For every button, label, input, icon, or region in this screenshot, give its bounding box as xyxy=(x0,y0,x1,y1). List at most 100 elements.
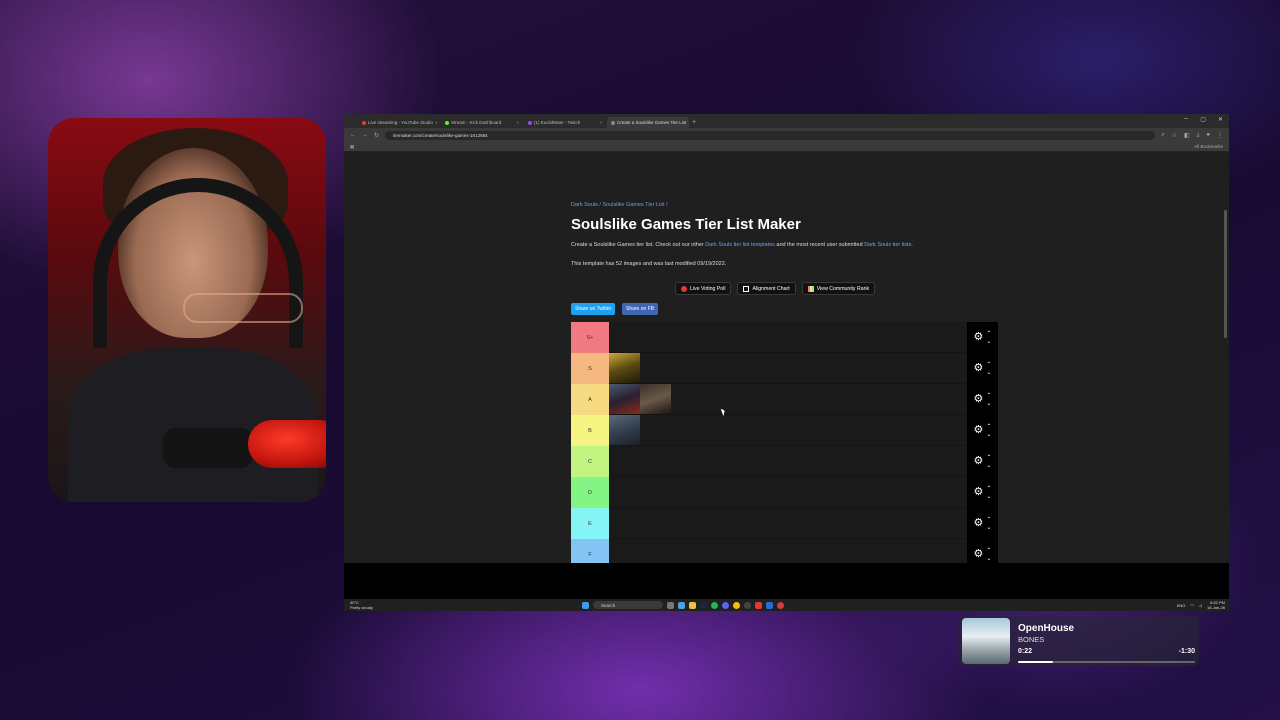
alignment-chart-button[interactable]: Alignment Chart xyxy=(737,282,796,295)
share-twitter-button[interactable]: Share on Twitter xyxy=(571,303,616,315)
taskbar-search[interactable]: Search xyxy=(593,601,663,609)
move-down-icon[interactable]: ⌄ xyxy=(986,524,991,532)
menu-icon[interactable]: ⋮ xyxy=(1217,132,1223,139)
move-down-icon[interactable]: ⌄ xyxy=(986,369,991,377)
tier-items[interactable] xyxy=(609,477,967,507)
move-up-icon[interactable]: ⌃ xyxy=(986,392,991,400)
bookmark-star-icon[interactable]: ☆ xyxy=(1172,132,1177,139)
gear-icon[interactable]: ⚙ xyxy=(974,394,984,405)
move-down-icon[interactable]: ⌄ xyxy=(986,462,991,470)
tier-lists-link[interactable]: Dark Souls tier lists xyxy=(864,242,911,248)
task-view-icon[interactable] xyxy=(667,601,674,609)
close-window-icon[interactable]: ✕ xyxy=(1218,116,1223,123)
reload-icon[interactable]: ↻ xyxy=(374,132,379,139)
page-scrollbar[interactable] xyxy=(1224,210,1227,338)
game-thumb-dark-souls[interactable] xyxy=(640,384,671,414)
tier-label[interactable]: A xyxy=(571,384,609,415)
move-up-icon[interactable]: ⌃ xyxy=(986,423,991,431)
apps-icon[interactable]: ▦ xyxy=(350,144,354,150)
app-icon[interactable] xyxy=(755,601,762,609)
tab-kick-dashboard[interactable]: Stream - Kick Dashboard × xyxy=(441,117,523,128)
download-icon[interactable]: ⤓ xyxy=(1197,132,1200,139)
chrome-icon[interactable] xyxy=(733,601,740,609)
widgets-icon[interactable] xyxy=(678,601,685,609)
url-input[interactable]: tiermaker.com/create/soulslike-games-161… xyxy=(385,130,1156,140)
gear-icon[interactable]: ⚙ xyxy=(974,487,984,498)
tier-items[interactable] xyxy=(609,539,967,563)
app-icon[interactable] xyxy=(766,601,773,609)
move-down-icon[interactable]: ⌄ xyxy=(986,493,991,501)
window-controls: ─ ▢ ✕ xyxy=(1184,116,1223,123)
language-indicator[interactable]: ENG xyxy=(1177,603,1186,608)
tier-items[interactable] xyxy=(609,446,967,476)
close-icon[interactable]: × xyxy=(688,120,689,125)
steam-icon[interactable] xyxy=(700,601,707,609)
close-icon[interactable]: × xyxy=(516,120,519,125)
move-up-icon[interactable]: ⌃ xyxy=(986,454,991,462)
minimize-icon[interactable]: ─ xyxy=(1184,116,1188,123)
tier-label[interactable]: S+ xyxy=(571,322,609,353)
spotify-icon[interactable] xyxy=(711,601,718,609)
gear-icon[interactable]: ⚙ xyxy=(974,518,984,529)
tier-items[interactable] xyxy=(609,415,967,445)
tier-label[interactable]: B xyxy=(571,415,609,446)
tab-twitch[interactable]: (1) EuclidWaer - Twitch × xyxy=(524,117,606,128)
tier-label[interactable]: D xyxy=(571,477,609,508)
obs-icon[interactable] xyxy=(744,601,751,609)
tier-controls: ⚙ ⌃ ⌄ xyxy=(967,477,998,508)
game-thumb-bloodborne[interactable] xyxy=(609,415,640,445)
action-buttons: Live Voting Poll Alignment Chart View Co… xyxy=(675,282,876,295)
game-thumb-elden-ring[interactable] xyxy=(609,353,640,383)
gear-icon[interactable]: ⚙ xyxy=(974,425,984,436)
live-voting-poll-button[interactable]: Live Voting Poll xyxy=(675,282,732,295)
game-thumb-sekiro[interactable] xyxy=(609,384,640,414)
zoom-icon[interactable]: ⌕ xyxy=(1161,132,1164,139)
maximize-icon[interactable]: ▢ xyxy=(1200,116,1206,123)
app-icon[interactable] xyxy=(777,601,784,609)
volume-icon[interactable]: ◁ xyxy=(1199,603,1202,608)
tier-items[interactable] xyxy=(609,353,967,383)
gear-icon[interactable]: ⚙ xyxy=(974,456,984,467)
tier-label[interactable]: S xyxy=(571,353,609,384)
share-fb-button[interactable]: Share on FB xyxy=(622,303,659,315)
new-tab-button[interactable]: + xyxy=(692,117,696,128)
move-down-icon[interactable]: ⌄ xyxy=(986,400,991,408)
move-up-icon[interactable]: ⌃ xyxy=(986,516,991,524)
windows-start-icon[interactable] xyxy=(582,601,589,609)
tier-label[interactable]: C xyxy=(571,446,609,477)
tier-items[interactable] xyxy=(609,508,967,538)
forward-icon[interactable]: → xyxy=(362,132,368,138)
close-icon[interactable]: × xyxy=(599,120,602,125)
back-icon[interactable]: ← xyxy=(350,132,356,138)
tier-label[interactable]: E xyxy=(571,508,609,539)
tier-controls: ⚙ ⌃ ⌄ xyxy=(967,539,998,563)
community-rank-button[interactable]: View Community Rank xyxy=(801,282,876,295)
move-down-icon[interactable]: ⌄ xyxy=(986,555,991,563)
gear-icon[interactable]: ⚙ xyxy=(974,549,984,560)
all-bookmarks-button[interactable]: All Bookmarks xyxy=(1194,144,1223,149)
gear-icon[interactable]: ⚙ xyxy=(974,363,984,374)
file-explorer-icon[interactable] xyxy=(689,601,696,609)
breadcrumb[interactable]: Dark Souls / Soulslike Games Tier List / xyxy=(571,202,668,208)
close-icon[interactable]: × xyxy=(435,120,438,125)
tier-items[interactable] xyxy=(609,322,967,352)
tier-templates-link[interactable]: Dark Souls tier list templates xyxy=(705,242,775,248)
move-down-icon[interactable]: ⌄ xyxy=(986,338,991,346)
move-up-icon[interactable]: ⌃ xyxy=(986,485,991,493)
move-down-icon[interactable]: ⌄ xyxy=(986,431,991,439)
tier-label[interactable]: F xyxy=(571,539,609,563)
tier-controls: ⚙ ⌃ ⌄ xyxy=(967,353,998,384)
discord-icon[interactable] xyxy=(722,601,729,609)
tab-youtube-studio[interactable]: Live streaming - YouTube Studio × xyxy=(358,117,440,128)
wifi-icon[interactable]: ◠ xyxy=(1190,603,1194,608)
gear-icon[interactable]: ⚙ xyxy=(974,332,984,343)
profile-avatar[interactable]: ● xyxy=(1206,132,1210,139)
extensions-icon[interactable]: ◧ xyxy=(1184,132,1190,139)
tier-items[interactable] xyxy=(609,384,967,414)
move-up-icon[interactable]: ⌃ xyxy=(986,361,991,369)
move-up-icon[interactable]: ⌃ xyxy=(986,547,991,555)
clock[interactable]: 6:32 PM 18-Jan-26 xyxy=(1207,600,1225,610)
weather-widget[interactable]: 40°C Partly cloudy xyxy=(350,600,373,610)
move-up-icon[interactable]: ⌃ xyxy=(986,330,991,338)
tab-tiermaker[interactable]: Create a Soulslike Games Tier List× xyxy=(607,117,689,128)
